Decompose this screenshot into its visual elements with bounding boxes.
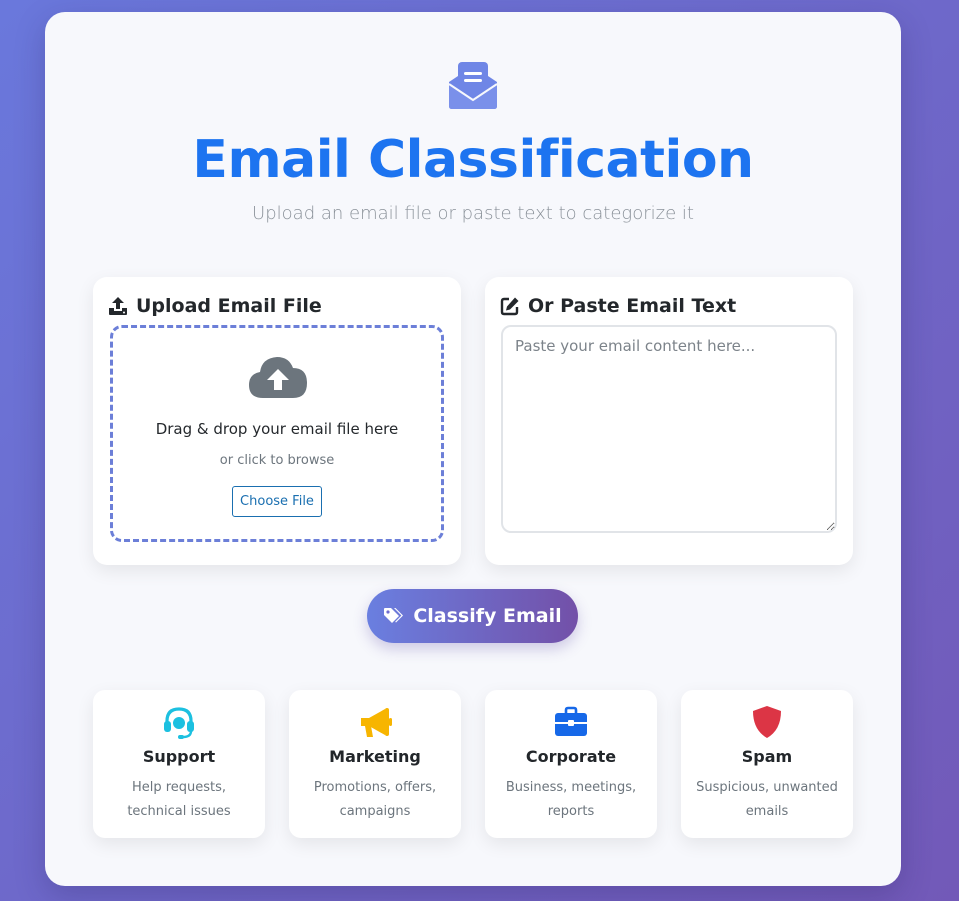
page-subtitle: Upload an email file or paste text to ca… [252,203,694,224]
category-name: Corporate [525,747,617,766]
upload-heading-label: Upload Email File [136,295,322,317]
shield-icon [753,706,781,738]
choose-file-button[interactable]: Choose File [232,486,322,517]
paste-heading: Or Paste Email Text [500,294,736,318]
upload-heading: Upload Email File [108,294,322,318]
dropzone-subtext: or click to browse [219,453,335,468]
briefcase-icon [555,706,587,736]
envelope-open-text-icon [448,62,498,109]
category-description: Help requests, technical issues [127,780,231,819]
tags-icon [384,608,404,623]
headset-icon [164,707,194,739]
category-card-corporate: Corporate Business, meetings, reports [485,690,657,838]
classify-email-button[interactable]: Classify Email [367,589,578,643]
cloud-upload-icon [249,357,307,398]
category-name: Support [142,747,216,766]
edit-icon [500,297,519,316]
classify-button-label: Classify Email [413,605,562,627]
category-description: Suspicious, unwanted emails [696,780,838,819]
email-text-input[interactable] [501,325,837,533]
main-card: Email Classification Upload an email fil… [45,12,901,886]
page-title: Email Classification [192,130,754,190]
paste-heading-label: Or Paste Email Text [528,295,737,317]
category-name: Spam [741,747,793,766]
dropzone-text: Drag & drop your email file here [155,420,399,438]
bullhorn-icon [361,708,392,737]
category-card-spam: Spam Suspicious, unwanted emails [681,690,853,838]
upload-panel: Upload Email File Drag & drop your email… [93,277,461,565]
category-description: Business, meetings, reports [505,780,637,819]
category-name: Marketing [329,747,421,766]
category-card-support: Support Help requests, technical issues [93,690,265,838]
file-dropzone[interactable]: Drag & drop your email file here or clic… [110,325,444,542]
category-card-marketing: Marketing Promotions, offers, campaigns [289,690,461,838]
paste-panel: Or Paste Email Text [485,277,853,565]
upload-icon [109,297,127,315]
category-description: Promotions, offers, campaigns [313,780,437,819]
